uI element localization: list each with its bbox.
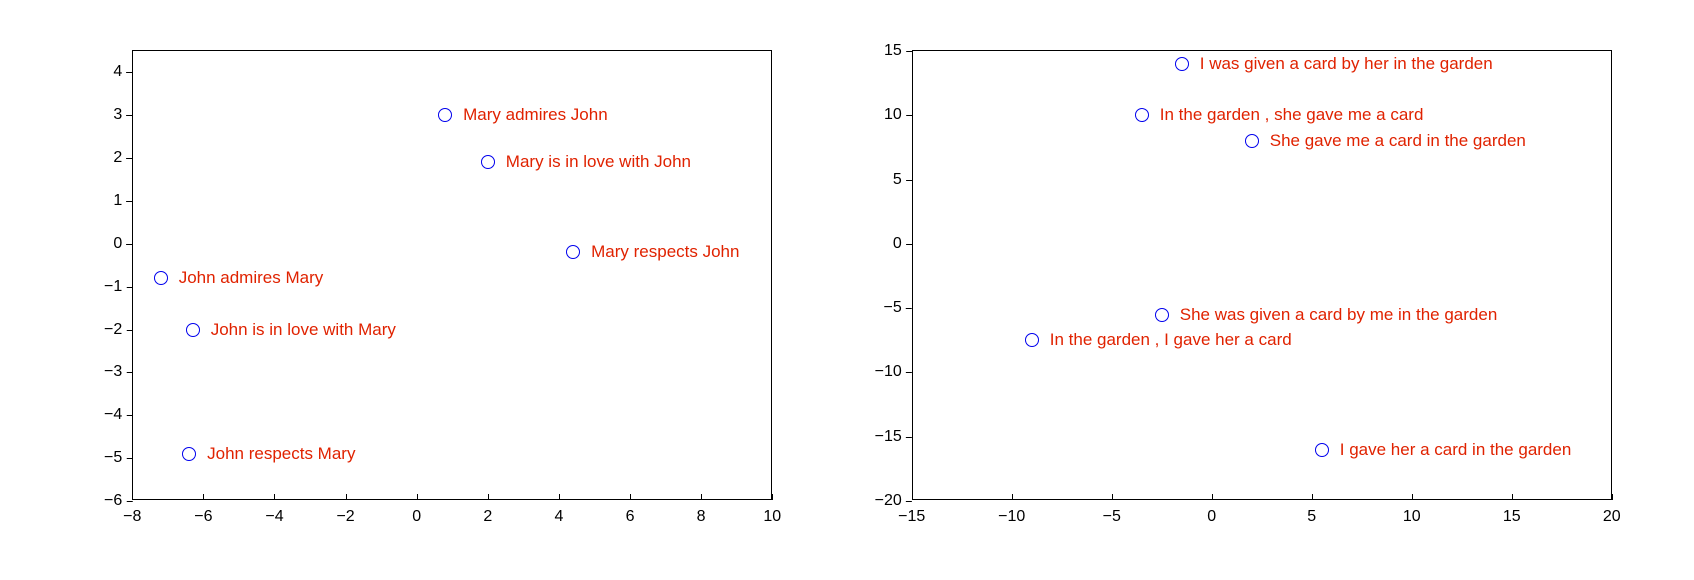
data-point-label: I gave her a card in the garden (1330, 440, 1572, 460)
y-tick: 2 (113, 149, 122, 167)
x-tick: −6 (183, 500, 223, 526)
x-tick: 20 (1592, 500, 1632, 526)
y-tick: 1 (113, 192, 122, 210)
y-tick: 15 (884, 42, 902, 60)
data-point-label: John respects Mary (197, 444, 355, 464)
x-tick: 2 (468, 500, 508, 526)
data-point (186, 323, 200, 337)
data-point (1025, 333, 1039, 347)
data-point (1155, 308, 1169, 322)
y-tick: −1 (104, 278, 122, 296)
x-tick: 15 (1492, 500, 1532, 526)
y-tick: 5 (893, 171, 902, 189)
data-point (182, 447, 196, 461)
y-tick: −3 (104, 363, 122, 381)
x-tick: 0 (1192, 500, 1232, 526)
y-tick: −2 (104, 321, 122, 339)
data-point-label: Mary is in love with John (496, 152, 691, 172)
plot-area-right: −15−10−505101520−20−15−10−5051015I was g… (912, 50, 1612, 500)
scatter-right: −15−10−505101520−20−15−10−5051015I was g… (857, 50, 1612, 530)
x-tick: −5 (1092, 500, 1132, 526)
data-point (154, 271, 168, 285)
x-tick: −10 (992, 500, 1032, 526)
data-point (1245, 134, 1259, 148)
data-point-label: She was given a card by me in the garden (1170, 305, 1498, 325)
x-axis (132, 499, 771, 500)
y-tick: 0 (113, 235, 122, 253)
data-point-label: John admires Mary (169, 268, 324, 288)
data-point (438, 108, 452, 122)
data-point-label: Mary respects John (581, 242, 739, 262)
data-point (1135, 108, 1149, 122)
y-tick: −5 (104, 449, 122, 467)
y-axis (912, 51, 913, 500)
data-point-label: In the garden , she gave me a card (1150, 105, 1424, 125)
figure-wrap: −8−6−4−20246810−6−5−4−3−2−101234Mary adm… (0, 0, 1694, 580)
scatter-left: −8−6−4−20246810−6−5−4−3−2−101234Mary adm… (82, 50, 772, 530)
data-point-label: Mary admires John (453, 105, 608, 125)
y-tick: −5 (884, 299, 902, 317)
y-tick: −15 (875, 428, 902, 446)
x-tick: −2 (326, 500, 366, 526)
x-tick: 5 (1292, 500, 1332, 526)
data-point-label: John is in love with Mary (201, 320, 396, 340)
data-point (1315, 443, 1329, 457)
y-tick: −4 (104, 406, 122, 424)
data-point-label: She gave me a card in the garden (1260, 131, 1526, 151)
y-tick: 4 (113, 63, 122, 81)
x-tick: 8 (681, 500, 721, 526)
y-tick: −6 (104, 492, 122, 510)
y-tick: 10 (884, 106, 902, 124)
data-point (566, 245, 580, 259)
x-tick: 6 (610, 500, 650, 526)
plot-area-left: −8−6−4−20246810−6−5−4−3−2−101234Mary adm… (132, 50, 772, 500)
x-tick: 0 (397, 500, 437, 526)
y-tick: 0 (893, 235, 902, 253)
y-tick: 3 (113, 106, 122, 124)
data-point-label: I was given a card by her in the garden (1190, 54, 1493, 74)
x-tick: 10 (1392, 500, 1432, 526)
data-point (1175, 57, 1189, 71)
data-point-label: In the garden , I gave her a card (1040, 330, 1292, 350)
x-tick: 4 (539, 500, 579, 526)
x-tick: −4 (254, 500, 294, 526)
data-point (481, 155, 495, 169)
y-axis (132, 51, 133, 500)
x-tick: 10 (752, 500, 792, 526)
y-tick: −20 (875, 492, 902, 510)
y-tick: −10 (875, 363, 902, 381)
